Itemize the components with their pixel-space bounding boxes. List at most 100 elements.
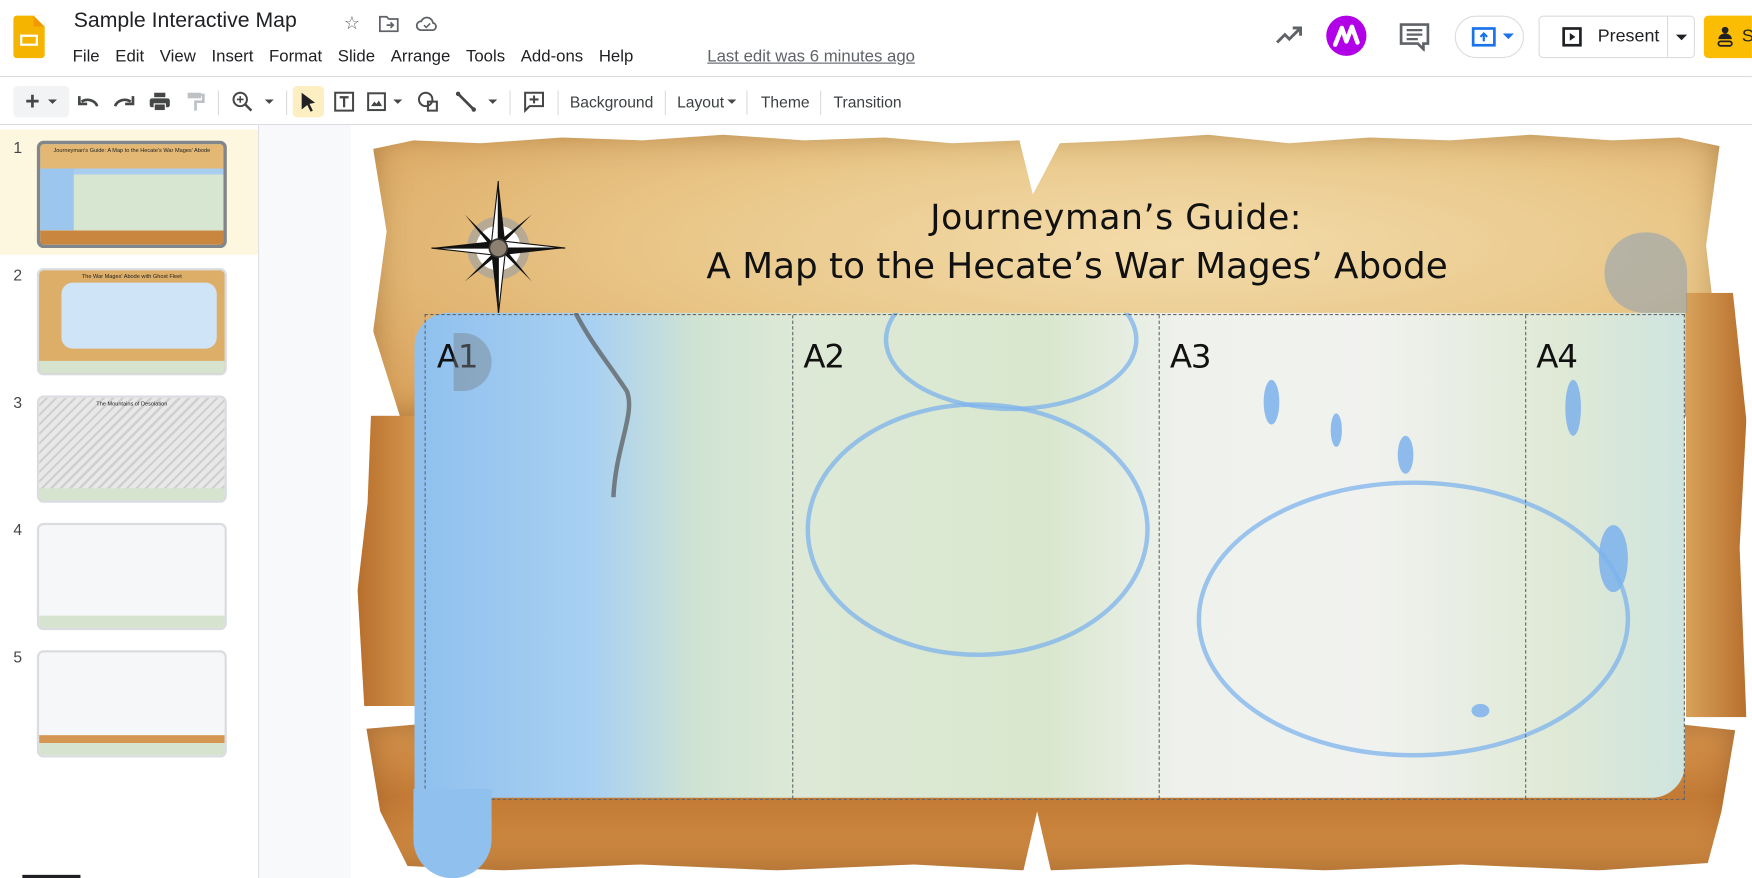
- zoom-icon: [232, 91, 253, 112]
- share-button[interactable]: S: [1703, 15, 1752, 59]
- slide-thumbnail-2[interactable]: 2 The War Mages' Abode with Ghost Fleet: [0, 257, 258, 382]
- document-title[interactable]: Sample Interactive Map: [74, 9, 297, 34]
- select-tool-icon[interactable]: [292, 86, 325, 118]
- last-edit-link[interactable]: Last edit was 6 minutes ago: [707, 47, 915, 66]
- toolbar-divider: [286, 90, 288, 116]
- present-label: Present: [1597, 26, 1660, 46]
- slide-title[interactable]: Journeyman’s Guide: A Map to the Hecate’…: [630, 194, 1524, 290]
- toolbar-divider: [557, 90, 559, 116]
- chevron-down-icon: [727, 99, 737, 104]
- slide-1[interactable]: Journeyman’s Guide: A Map to the Hecate’…: [350, 125, 1752, 878]
- comment-history-icon[interactable]: [1399, 22, 1430, 53]
- toolbar-divider: [820, 90, 822, 116]
- grid-divider: [1525, 315, 1527, 799]
- slide-thumbnail-3[interactable]: 3 The Mountains of Desolation: [0, 384, 258, 509]
- print-icon[interactable]: [145, 86, 174, 117]
- paint-format-icon[interactable]: [181, 86, 210, 117]
- menu-view[interactable]: View: [152, 45, 204, 68]
- present-dropdown[interactable]: [1668, 34, 1694, 40]
- slide-number: 4: [13, 520, 23, 539]
- shape-icon[interactable]: [413, 86, 442, 117]
- undo-icon[interactable]: [74, 86, 103, 117]
- grid-divider: [1158, 315, 1160, 799]
- thumbnail-title: The Mountains of Desolation: [96, 401, 168, 408]
- background-button[interactable]: Background: [570, 86, 653, 117]
- theme-button[interactable]: Theme: [761, 86, 810, 117]
- present-to-meeting-button[interactable]: [1454, 15, 1524, 59]
- chevron-down-icon: [48, 99, 58, 104]
- add-comment-icon[interactable]: [520, 86, 549, 117]
- slide-number: 5: [13, 648, 23, 666]
- star-icon[interactable]: ☆: [340, 11, 365, 36]
- toolbar-divider: [217, 90, 219, 116]
- text-box-icon[interactable]: [330, 86, 359, 117]
- addon-icon[interactable]: [1326, 15, 1367, 56]
- toolbar: + Background Layout Theme Transition: [0, 75, 1752, 126]
- menu-file[interactable]: File: [65, 45, 108, 68]
- layout-label: Layout: [677, 92, 725, 111]
- corner-marker-shape[interactable]: [1604, 232, 1688, 313]
- chevron-down-icon: [488, 99, 498, 104]
- grid-divider: [792, 315, 794, 799]
- map-grid: A1 A2 A3 A4: [424, 313, 1685, 800]
- grid-label-a4[interactable]: A4: [1536, 337, 1578, 375]
- compass-rose-icon: [431, 181, 566, 316]
- activity-dashboard-icon[interactable]: [1274, 20, 1305, 51]
- menu-format[interactable]: Format: [261, 45, 330, 68]
- menu-help[interactable]: Help: [591, 45, 641, 68]
- slide-thumbnail-image: The War Mages' Abode with Ghost Fleet: [36, 268, 227, 376]
- slide-thumbnail-4[interactable]: 4: [0, 512, 258, 637]
- menu-add-ons[interactable]: Add-ons: [513, 45, 591, 68]
- menu-edit[interactable]: Edit: [107, 45, 152, 68]
- toolbar-divider: [746, 90, 748, 116]
- slide-thumbnail-image: [36, 522, 227, 631]
- menu-arrange[interactable]: Arrange: [383, 45, 458, 68]
- menu-insert[interactable]: Insert: [204, 45, 262, 68]
- layout-button[interactable]: Layout: [677, 86, 737, 117]
- grid-label-a3[interactable]: A3: [1170, 337, 1212, 375]
- redo-icon[interactable]: [109, 86, 138, 117]
- menu-slide[interactable]: Slide: [330, 45, 383, 68]
- google-slides-window: Sample Interactive Map ☆ File Edit View …: [0, 0, 1752, 878]
- toolbar-divider: [664, 90, 666, 116]
- transition-button[interactable]: Transition: [834, 86, 902, 117]
- play-icon: [1562, 27, 1582, 47]
- slide-canvas: Journeyman’s Guide: A Map to the Hecate’…: [259, 125, 1752, 878]
- slides-logo-icon[interactable]: [13, 15, 45, 59]
- share-person-lock-icon: [1717, 26, 1733, 47]
- slide-thumbnail-image: Journeyman's Guide: A Map to the Hecate'…: [36, 140, 227, 249]
- slide-thumbnail-image: [36, 650, 227, 758]
- title-bar: Sample Interactive Map ☆ File Edit View …: [0, 0, 1752, 76]
- thumbnail-title: Journeyman's Guide: A Map to the Hecate'…: [53, 147, 211, 155]
- cloud-saved-icon[interactable]: [415, 11, 440, 36]
- slide-thumbnail-5[interactable]: 5: [0, 639, 258, 764]
- chevron-down-icon: [393, 99, 403, 104]
- insert-image-button[interactable]: [364, 86, 404, 117]
- parchment-right-edge: [1686, 292, 1747, 718]
- chevron-down-icon: [1675, 34, 1687, 40]
- thumbnail-title: The War Mages' Abode with Ghost Fleet: [81, 273, 182, 281]
- slide-filmstrip: 1 Journeyman's Guide: A Map to the Hecat…: [0, 125, 260, 878]
- share-label: S: [1742, 27, 1752, 47]
- grid-label-a2[interactable]: A2: [803, 337, 845, 375]
- slide-number: 1: [13, 138, 23, 157]
- menu-tools[interactable]: Tools: [458, 45, 513, 68]
- slide-number: 2: [13, 265, 23, 284]
- chevron-down-icon: [264, 99, 274, 104]
- image-icon: [367, 92, 386, 112]
- map-pin-shape[interactable]: [413, 788, 492, 878]
- move-to-folder-icon[interactable]: [377, 11, 402, 36]
- chevron-down-icon: [1502, 33, 1514, 40]
- menu-bar: File Edit View Insert Format Slide Arran…: [65, 45, 641, 68]
- line-icon: [455, 91, 476, 112]
- slide-thumbnail-image: The Mountains of Desolation: [36, 395, 227, 503]
- line-tool-button[interactable]: [451, 86, 500, 117]
- slide-title-line-2: A Map to the Hecate’s War Mages’ Abode: [706, 244, 1448, 288]
- present-button[interactable]: Present: [1540, 16, 1669, 57]
- slide-thumbnail-1[interactable]: 1 Journeyman's Guide: A Map to the Hecat…: [0, 129, 259, 255]
- new-slide-button[interactable]: +: [13, 86, 70, 118]
- zoom-button[interactable]: [226, 86, 280, 117]
- plus-icon: +: [25, 87, 40, 116]
- slide-number: 3: [13, 393, 23, 412]
- present-button-group: Present: [1538, 15, 1695, 59]
